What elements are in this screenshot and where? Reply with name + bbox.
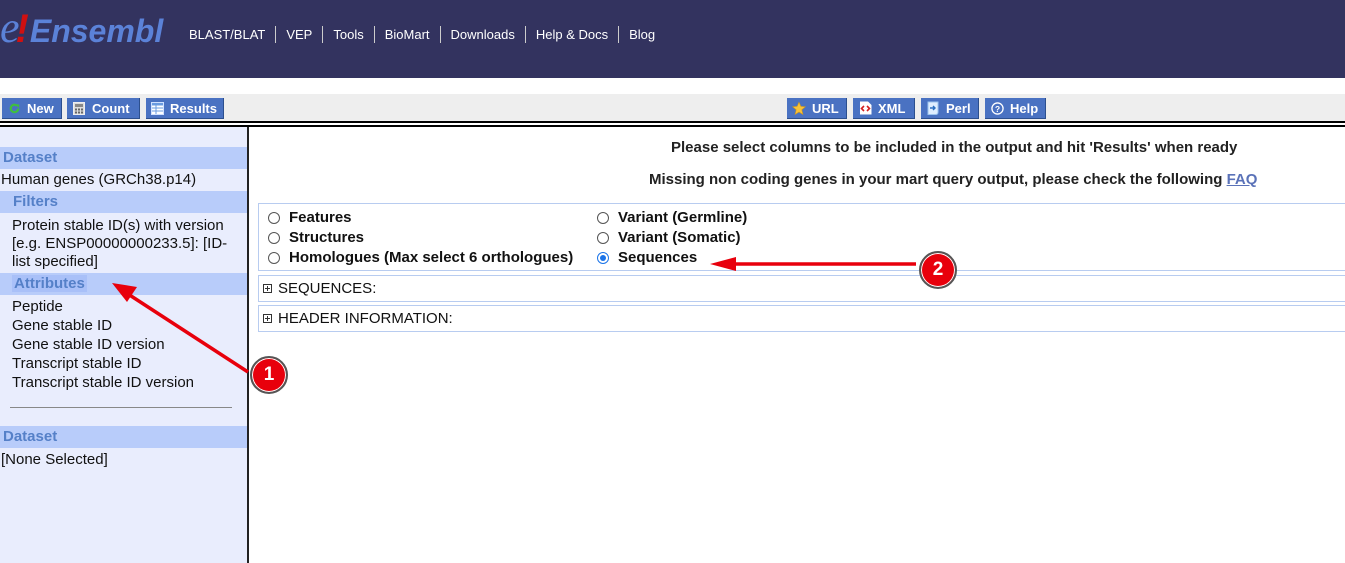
refresh-icon: [7, 101, 21, 115]
sidebar-divider: [10, 407, 232, 408]
xml-icon: [858, 101, 872, 115]
radio-variant-somatic[interactable]: Variant (Somatic): [597, 229, 741, 246]
site-header: e ! Ensembl BLAST/BLAT VEP Tools BioMart…: [0, 0, 1345, 78]
faq-link[interactable]: FAQ: [1227, 171, 1258, 188]
nav-separator: [275, 26, 277, 43]
xml-button[interactable]: XML: [853, 98, 915, 119]
url-button[interactable]: URL: [787, 98, 847, 119]
section-sequences[interactable]: SEQUENCES:: [258, 275, 1345, 302]
nav-vep[interactable]: VEP: [286, 27, 312, 42]
ensembl-logo[interactable]: e ! Ensembl: [0, 6, 164, 51]
results-button[interactable]: Results: [146, 98, 224, 119]
radio-button[interactable]: [597, 231, 609, 244]
nav-blog[interactable]: Blog: [629, 27, 655, 42]
help-button[interactable]: ? Help: [985, 98, 1046, 119]
nav-biomart[interactable]: BioMart: [385, 27, 430, 42]
help-button-label: Help: [1010, 100, 1039, 116]
sidebar-attribute-item: Gene stable ID version: [12, 336, 165, 353]
radio-label: Features: [289, 209, 352, 226]
sidebar-filter-line: list specified]: [12, 253, 98, 270]
notice-text: Missing non coding genes in your mart qu…: [649, 171, 1257, 188]
results-button-label: Results: [170, 100, 217, 116]
toolbar-divider: [0, 121, 1345, 123]
radio-structures[interactable]: Structures: [268, 229, 364, 246]
top-nav: BLAST/BLAT VEP Tools BioMart Downloads H…: [189, 26, 655, 43]
section-header-information[interactable]: HEADER INFORMATION:: [258, 305, 1345, 332]
new-button[interactable]: New: [2, 98, 62, 119]
perl-button[interactable]: Perl: [921, 98, 979, 119]
radio-label: Variant (Somatic): [618, 229, 741, 246]
nav-separator: [618, 26, 620, 43]
nav-separator: [439, 26, 441, 43]
sidebar-attribute-item: Transcript stable ID: [12, 355, 142, 372]
sidebar-filter-line: [e.g. ENSP00000000233.5]: [ID-: [12, 235, 228, 252]
sidebar-attributes-heading[interactable]: Attributes: [0, 273, 247, 295]
radio-button[interactable]: [268, 231, 280, 244]
perl-script-icon: [926, 101, 940, 115]
radio-sequences[interactable]: Sequences: [597, 249, 697, 266]
logo-word: Ensembl: [29, 13, 164, 49]
radio-label: Homologues (Max select 6 orthologues): [289, 249, 574, 266]
nav-separator: [524, 26, 526, 43]
expand-icon[interactable]: [263, 284, 272, 293]
new-button-label: New: [27, 100, 54, 116]
url-button-label: URL: [812, 100, 839, 116]
radio-label: Sequences: [618, 249, 698, 266]
count-button-label: Count: [92, 100, 130, 116]
expand-icon[interactable]: [263, 314, 272, 323]
xml-button-label: XML: [878, 100, 906, 116]
sidebar-attribute-item: Transcript stable ID version: [12, 374, 195, 391]
radio-features[interactable]: Features: [268, 209, 352, 226]
radio-button[interactable]: [268, 211, 280, 224]
section-label: HEADER INFORMATION:: [278, 310, 453, 327]
nav-tools[interactable]: Tools: [333, 27, 363, 42]
main-panel: [249, 127, 1345, 563]
sidebar-attribute-item: Gene stable ID: [12, 317, 113, 334]
table-icon: [151, 101, 165, 115]
radio-button[interactable]: [597, 211, 609, 224]
sidebar-dataset2-value: [None Selected]: [1, 451, 108, 468]
calculator-icon: [72, 101, 86, 115]
svg-text:?: ?: [994, 103, 999, 113]
logo-bang: !: [15, 7, 29, 51]
sidebar-attribute-item: Peptide: [12, 298, 63, 315]
nav-blast-blat[interactable]: BLAST/BLAT: [189, 27, 265, 42]
notice-message: Missing non coding genes in your mart qu…: [649, 171, 1223, 188]
radio-button-selected[interactable]: [597, 251, 609, 264]
help-icon: ?: [990, 101, 1004, 115]
nav-separator: [373, 26, 375, 43]
nav-separator: [322, 26, 324, 43]
sidebar-dataset-heading[interactable]: Dataset: [0, 147, 247, 169]
annotation-badge-2: 2: [919, 251, 957, 289]
sidebar-filter-line: Protein stable ID(s) with version: [12, 217, 224, 234]
nav-help-docs[interactable]: Help & Docs: [536, 27, 608, 42]
star-icon: [792, 100, 806, 115]
section-label: SEQUENCES:: [278, 280, 377, 297]
perl-button-label: Perl: [946, 100, 971, 116]
instruction-text: Please select columns to be included in …: [671, 139, 1238, 156]
sidebar-dataset2-heading[interactable]: Dataset: [0, 426, 247, 448]
sidebar-dataset-value[interactable]: Human genes (GRCh38.p14): [1, 171, 196, 189]
count-button[interactable]: Count: [67, 98, 140, 119]
radio-label: Variant (Germline): [618, 209, 748, 226]
annotation-badge-1: 1: [250, 356, 288, 394]
attributes-heading-label: Attributes: [12, 275, 87, 292]
nav-downloads[interactable]: Downloads: [451, 27, 515, 42]
radio-button[interactable]: [268, 251, 280, 264]
sidebar-filters-heading[interactable]: Filters: [0, 191, 247, 213]
radio-homologues[interactable]: Homologues (Max select 6 orthologues): [268, 249, 573, 266]
radio-label: Structures: [289, 229, 365, 246]
radio-variant-germline[interactable]: Variant (Germline): [597, 209, 747, 226]
